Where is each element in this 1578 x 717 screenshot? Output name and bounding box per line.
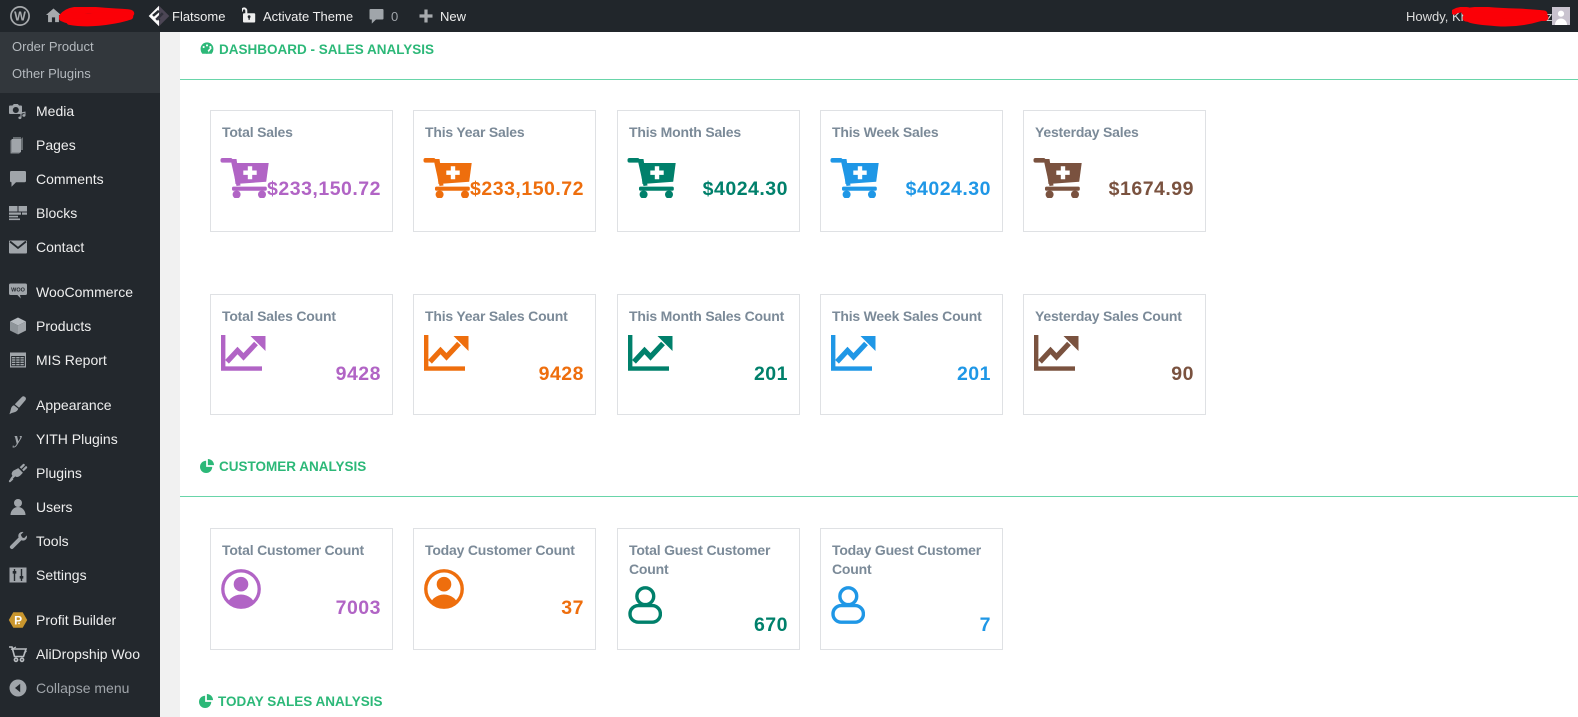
svg-text:WOO: WOO: [11, 288, 25, 294]
svg-text:P: P: [14, 614, 22, 628]
svg-text:W: W: [14, 9, 26, 23]
svg-text:y: y: [12, 429, 22, 448]
